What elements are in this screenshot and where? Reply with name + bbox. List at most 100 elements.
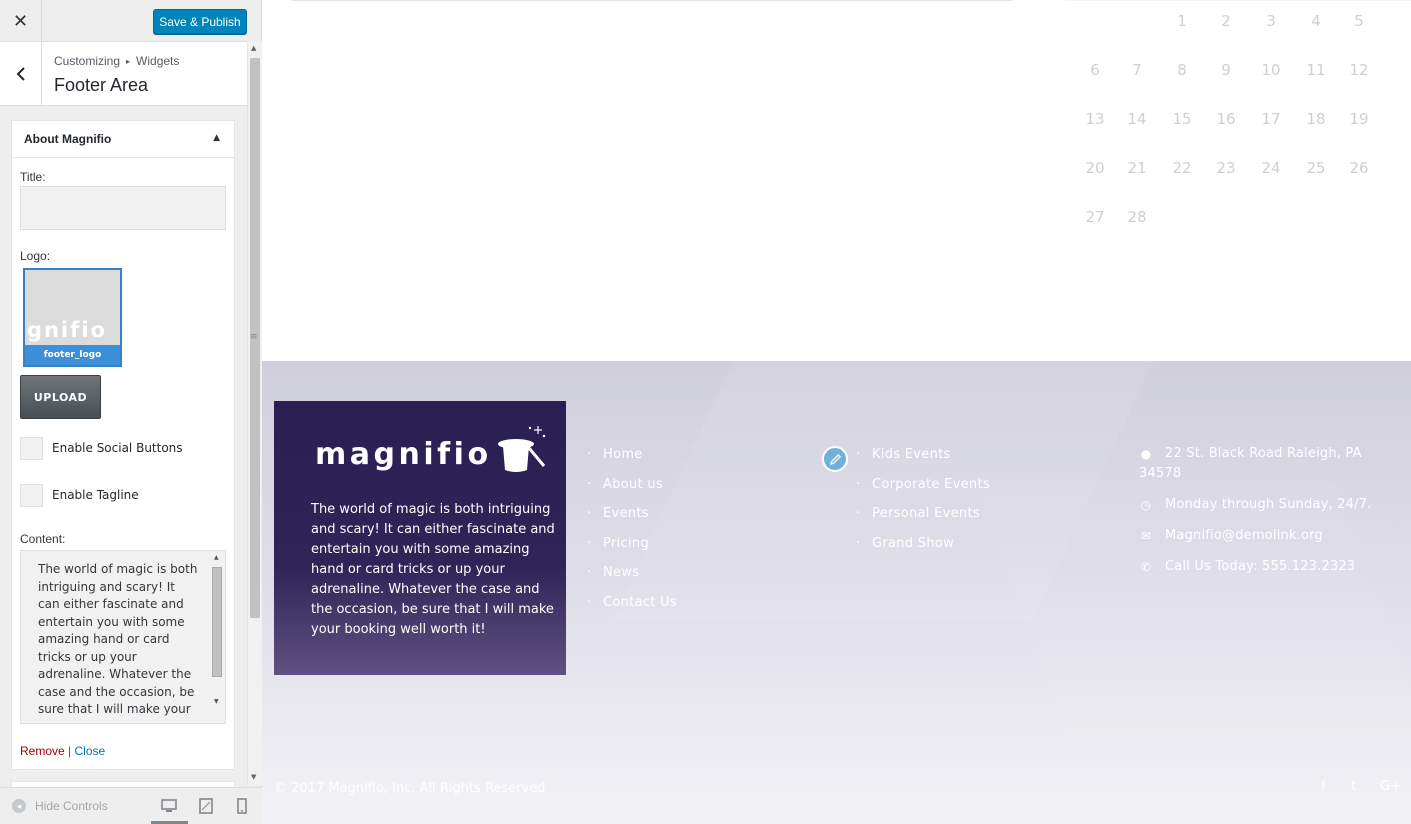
- map-marker-icon: ●: [1140, 447, 1152, 461]
- phone-icon: ✆: [1140, 560, 1152, 574]
- contact-phone: ✆ Call Us Today: 555.123.2323: [1139, 557, 1379, 577]
- contact-address: ● 22 St. Black Road Raleigh, PA 34578: [1139, 444, 1379, 484]
- collapse-arrow-icon[interactable]: ▲: [213, 133, 220, 143]
- widget-header[interactable]: About Magnifio ▲: [12, 121, 234, 158]
- contact-info: ● 22 St. Black Road Raleigh, PA 34578 ◷ Mo…: [1139, 444, 1379, 588]
- collapse-circle-icon: ◂: [12, 799, 26, 813]
- section-title: Footer Area: [54, 75, 149, 95]
- top-divider: [292, 0, 1012, 1]
- magic-hat-icon: [498, 426, 546, 472]
- social-buttons-checkbox[interactable]: [20, 437, 43, 460]
- upload-button[interactable]: UPLOAD: [20, 375, 101, 419]
- footer-link-events[interactable]: Events: [587, 506, 677, 536]
- email-link[interactable]: Magnifio@demolink.org: [1165, 528, 1323, 543]
- calendar-day[interactable]: 17: [1256, 110, 1286, 128]
- content-field-label: Content:: [20, 532, 66, 546]
- address-text: 22 St. Black Road Raleigh, PA 34578: [1139, 446, 1362, 481]
- calendar-day[interactable]: 1: [1167, 12, 1197, 30]
- calendar-day[interactable]: 13: [1080, 110, 1110, 128]
- copyright: © 2017 Magnifio, Inc. All Rights Reserve…: [274, 781, 546, 796]
- phone-text: Call Us Today: 555.123.2323: [1165, 559, 1356, 574]
- content-textarea[interactable]: The world of magic is both intriguing an…: [20, 550, 226, 724]
- action-separator: |: [68, 744, 72, 758]
- textarea-scrollbar[interactable]: ▲ ▼: [211, 552, 224, 722]
- calendar-day[interactable]: 24: [1256, 159, 1286, 177]
- logo-thumbnail[interactable]: gnifio footer_logo: [23, 268, 122, 367]
- mobile-preview-icon[interactable]: [234, 798, 250, 814]
- calendar-day[interactable]: 11: [1301, 61, 1331, 79]
- edit-shortcut-pencil-icon[interactable]: [822, 446, 848, 472]
- calendar-day[interactable]: 8: [1167, 61, 1197, 79]
- facebook-icon[interactable]: f: [1321, 779, 1326, 794]
- calendar-day[interactable]: 19: [1344, 110, 1374, 128]
- logo-preview-image: gnifio: [25, 270, 120, 345]
- footer-events-list: Kids Events Corporate Events Personal Ev…: [856, 447, 990, 565]
- calendar-day[interactable]: 21: [1122, 159, 1152, 177]
- save-publish-button[interactable]: Save & Publish: [153, 9, 247, 34]
- calendar-day[interactable]: 4: [1301, 12, 1331, 30]
- scroll-up-arrow-icon[interactable]: ▲: [214, 554, 219, 561]
- textarea-scroll-thumb[interactable]: [212, 567, 222, 677]
- calendar-day[interactable]: 7: [1122, 61, 1152, 79]
- customizer-header: ✕ Save & Publish: [0, 0, 247, 42]
- logo-filename: footer_logo: [25, 345, 120, 365]
- content-textarea-text: The world of magic is both intriguing an…: [38, 562, 198, 716]
- desktop-preview-icon[interactable]: [161, 798, 177, 814]
- social-buttons-label: Enable Social Buttons: [52, 441, 183, 455]
- contact-hours: ◷ Monday through Sunday, 24/7.: [1139, 495, 1379, 515]
- breadcrumb-widgets: Widgets: [136, 54, 180, 68]
- about-text: The world of magic is both intriguing an…: [311, 502, 555, 637]
- hide-controls-button[interactable]: ◂ Hide Controls: [12, 799, 108, 813]
- scroll-down-arrow-icon[interactable]: ▼: [251, 773, 256, 781]
- footer-logo[interactable]: magnifio: [315, 437, 492, 472]
- calendar-day[interactable]: 3: [1256, 12, 1286, 30]
- calendar-day[interactable]: 28: [1122, 208, 1152, 226]
- calendar-day[interactable]: 23: [1211, 159, 1241, 177]
- calendar-day[interactable]: 15: [1167, 110, 1197, 128]
- footer-link-news[interactable]: News: [587, 565, 677, 595]
- footer-link-grand-show[interactable]: Grand Show: [856, 536, 990, 566]
- calendar-day[interactable]: 26: [1344, 159, 1374, 177]
- footer-link-pricing[interactable]: Pricing: [587, 536, 677, 566]
- remove-link[interactable]: Remove: [20, 744, 65, 758]
- close-link[interactable]: Close: [75, 744, 106, 758]
- close-icon[interactable]: ✕: [0, 0, 42, 42]
- twitter-icon[interactable]: t: [1351, 779, 1356, 794]
- logo-preview-text: gnifio: [27, 318, 107, 342]
- tagline-checkbox[interactable]: [20, 484, 43, 507]
- customizer-footer: ◂ Hide Controls: [0, 787, 262, 824]
- footer-link-corporate-events[interactable]: Corporate Events: [856, 477, 990, 507]
- calendar-day[interactable]: 22: [1167, 159, 1197, 177]
- calendar-day[interactable]: 5: [1344, 12, 1374, 30]
- calendar-day[interactable]: 12: [1344, 61, 1374, 79]
- widget-title: About Magnifio: [24, 132, 112, 146]
- footer-link-kids-events[interactable]: Kids Events: [856, 447, 990, 477]
- about-box: magnifio The world of magic is both intr…: [274, 401, 566, 675]
- calendar-day[interactable]: 25: [1301, 159, 1331, 177]
- calendar-day[interactable]: 14: [1122, 110, 1152, 128]
- calendar-day[interactable]: 10: [1256, 61, 1286, 79]
- top-divider: [1065, 0, 1411, 1]
- footer-link-contact[interactable]: Contact Us: [587, 595, 677, 625]
- calendar-day[interactable]: 6: [1080, 61, 1110, 79]
- scroll-down-arrow-icon[interactable]: ▼: [214, 698, 219, 705]
- calendar-day[interactable]: 9: [1211, 61, 1241, 79]
- calendar-day[interactable]: 18: [1301, 110, 1331, 128]
- scroll-up-arrow-icon[interactable]: ▲: [251, 44, 256, 52]
- panel-scrollbar[interactable]: ▲ ≡ ▼: [247, 42, 262, 785]
- hide-controls-label: Hide Controls: [35, 799, 108, 813]
- calendar-day[interactable]: 20: [1080, 159, 1110, 177]
- back-arrow-icon[interactable]: [0, 42, 42, 105]
- calendar-day[interactable]: 27: [1080, 208, 1110, 226]
- calendar-day[interactable]: 2: [1211, 12, 1241, 30]
- footer-link-about[interactable]: About us: [587, 477, 677, 507]
- section-header: Customizing ▸ Widgets Footer Area: [0, 42, 247, 106]
- title-input[interactable]: [20, 186, 226, 230]
- title-field-label: Title:: [20, 170, 46, 184]
- footer-link-personal-events[interactable]: Personal Events: [856, 506, 990, 536]
- hours-text: Monday through Sunday, 24/7.: [1165, 497, 1372, 512]
- google-plus-icon[interactable]: G+: [1380, 779, 1401, 794]
- footer-link-home[interactable]: Home: [587, 447, 677, 477]
- tablet-preview-icon[interactable]: [198, 798, 214, 814]
- calendar-day[interactable]: 16: [1211, 110, 1241, 128]
